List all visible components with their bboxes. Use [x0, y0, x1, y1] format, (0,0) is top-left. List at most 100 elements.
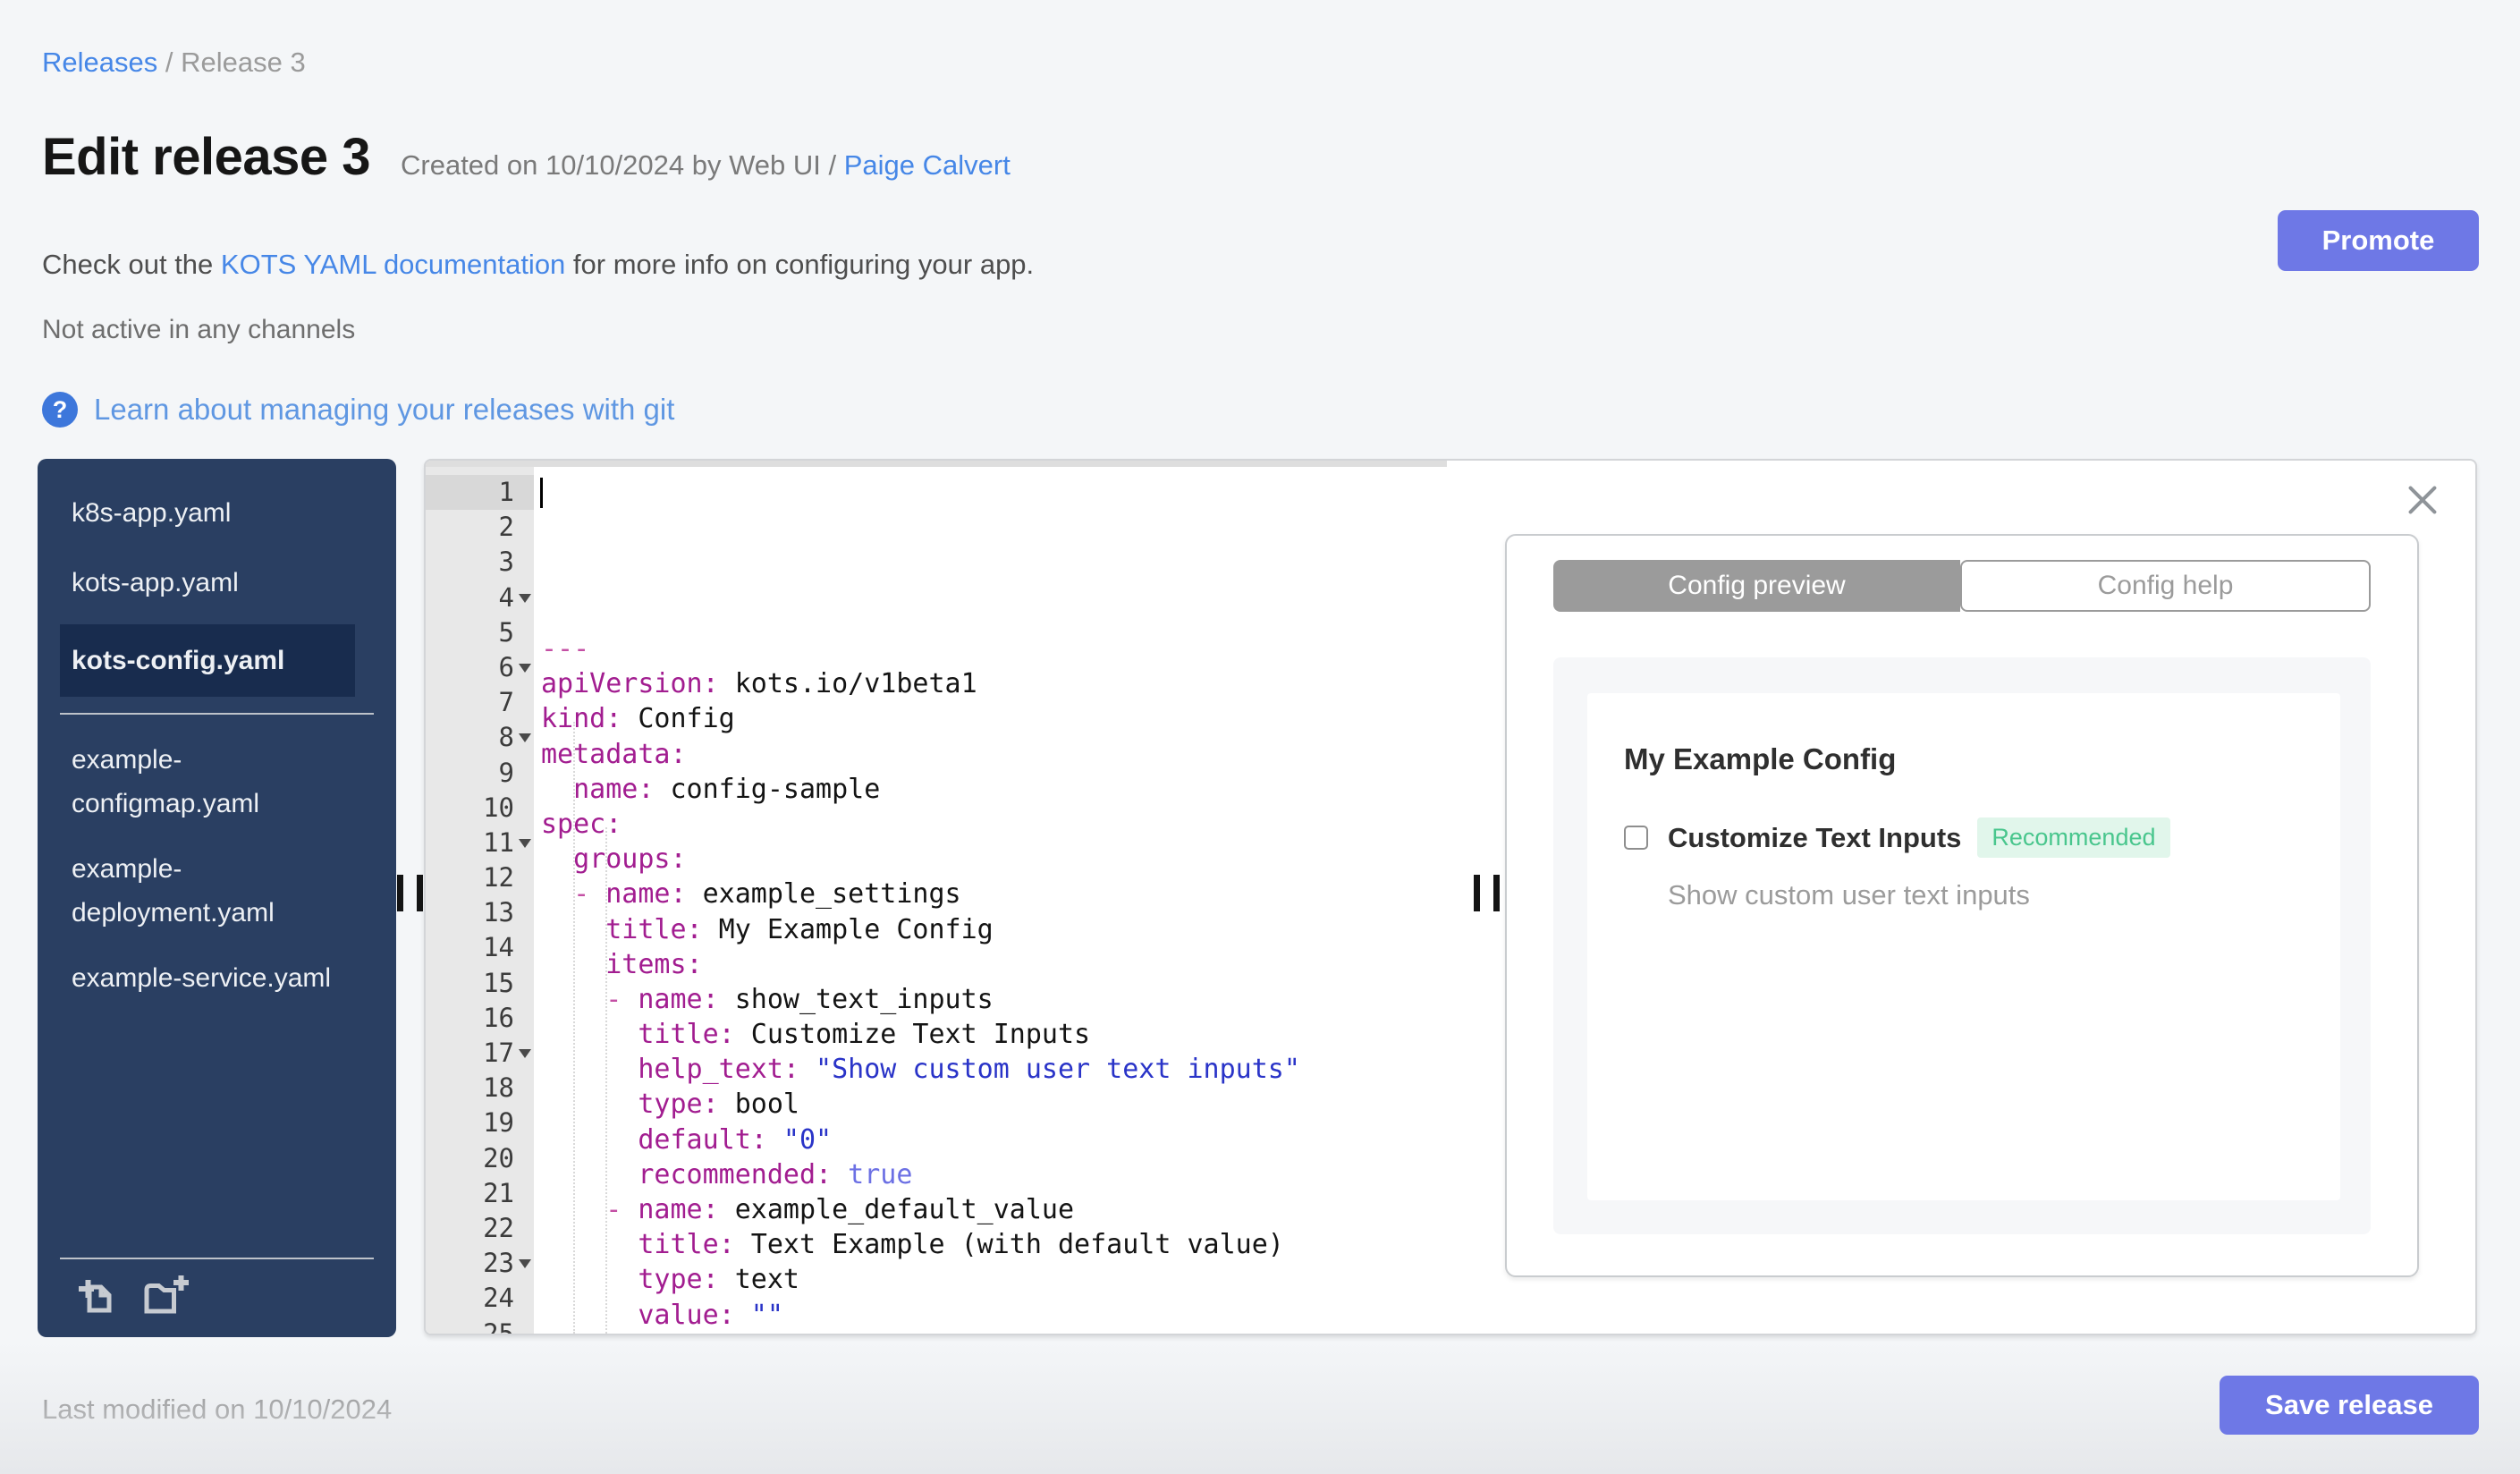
token-plain: bool — [718, 1089, 799, 1121]
token-plain: text — [718, 1264, 799, 1296]
token-plain: show_text_inputs — [718, 983, 994, 1015]
token-key: apiVersion: — [541, 668, 719, 700]
preview-resize-handle[interactable] — [1493, 875, 1500, 911]
token-str: "Show custom user text inputs" — [799, 1054, 1300, 1086]
file-sidebar: k8s-app.yaml kots-app.yaml kots-config.yam… — [38, 459, 396, 1337]
sidebar-resize-handle[interactable] — [397, 875, 403, 911]
breadcrumb-current: Release 3 — [181, 47, 306, 78]
token-key: title: — [605, 913, 703, 945]
fold-arrow-icon[interactable] — [519, 1259, 531, 1269]
git-releases-link[interactable]: Learn about managing your releases with … — [94, 393, 674, 427]
page-title: Edit release 3 — [42, 128, 371, 186]
tab-config-help[interactable]: Config help — [1960, 560, 2371, 612]
code-line-19: type: text — [534, 1262, 1447, 1297]
breadcrumb-separator: / — [165, 47, 182, 78]
preview-tabs: Config preview Config help — [1553, 560, 2371, 612]
token-sep: --- — [541, 633, 590, 665]
sidebar-item-kots-config-yaml[interactable]: kots-config.yaml — [60, 624, 355, 697]
preview-resize-handle[interactable] — [1474, 875, 1480, 911]
fold-arrow-icon[interactable] — [519, 838, 531, 848]
gutter-line-15: 15 — [483, 967, 514, 998]
token-plain: example_default_value — [718, 1194, 1075, 1225]
token-key: groups: — [573, 843, 687, 876]
gutter-line-10: 10 — [483, 792, 514, 823]
save-release-button[interactable]: Save release — [2220, 1376, 2479, 1435]
token-dash: - — [573, 878, 606, 911]
customize-text-inputs-checkbox[interactable] — [1624, 826, 1648, 850]
fold-arrow-icon[interactable] — [519, 663, 531, 673]
sidebar-item-example-service-yaml[interactable]: example-service.yaml — [60, 956, 355, 1000]
title-row: Edit release 3 Created on 10/10/2024 by … — [42, 127, 1011, 187]
fold-arrow-icon[interactable] — [519, 1049, 531, 1058]
author-link[interactable]: Paige Calvert — [844, 149, 1011, 181]
code-line-14: type: bool — [534, 1087, 1447, 1122]
breadcrumb-releases-link[interactable]: Releases — [42, 47, 157, 78]
file-list-bottom: example-configmap.yaml example-deployment… — [38, 738, 396, 1021]
add-folder-icon[interactable] — [141, 1274, 191, 1321]
question-circle-icon[interactable]: ? — [42, 392, 78, 428]
file-label: example-configmap.yaml — [72, 745, 260, 818]
code-line-18: title: Text Example (with default value) — [534, 1227, 1447, 1262]
close-icon[interactable] — [2406, 483, 2440, 517]
token-key: spec: — [541, 808, 622, 840]
indent-guide — [573, 722, 575, 1334]
sidebar-item-example-configmap-yaml[interactable]: example-configmap.yaml — [60, 738, 355, 826]
token-str: "" — [734, 1299, 783, 1331]
token-dash: - — [605, 1194, 638, 1225]
gutter-line-7: 7 — [498, 687, 514, 718]
config-preview-area: My Example Config Customize Text Inputs … — [1553, 657, 2371, 1234]
token-plain: My Example Config — [702, 913, 994, 945]
gutter-line-8: 8 — [426, 720, 534, 755]
gutter-line-21: 21 — [483, 1177, 514, 1208]
config-preview-panel: Config preview Config help My Example Co… — [1505, 534, 2419, 1277]
sidebar-item-k8s-app-yaml[interactable]: k8s-app.yaml — [60, 491, 355, 535]
token-key: name: — [638, 983, 719, 1015]
promote-button[interactable]: Promote — [2278, 210, 2479, 271]
code-line-1: --- — [534, 631, 1447, 666]
fold-arrow-icon[interactable] — [519, 593, 531, 603]
code-line-16: recommended: true — [534, 1157, 1447, 1192]
code-line-9: title: My Example Config — [534, 912, 1447, 947]
sidebar-resize-handle[interactable] — [417, 875, 423, 911]
gutter-line-4: 4 — [426, 580, 534, 615]
sidebar-item-kots-app-yaml[interactable]: kots-app.yaml — [60, 561, 355, 605]
kots-yaml-doc-link[interactable]: KOTS YAML documentation — [221, 249, 565, 280]
tab-config-preview[interactable]: Config preview — [1553, 560, 1960, 612]
token-plain: Customize Text Inputs — [734, 1019, 1091, 1051]
gutter-line-17: 17 — [426, 1036, 534, 1071]
add-file-icon[interactable] — [75, 1274, 118, 1321]
doc-hint-line: Check out the KOTS YAML documentation fo… — [42, 249, 1034, 281]
token-key: type: — [638, 1264, 719, 1296]
file-label: kots-config.yaml — [72, 646, 285, 675]
gutter-line-2: 2 — [498, 512, 514, 543]
fold-arrow-icon[interactable] — [519, 733, 531, 743]
editor-code-area[interactable]: --- apiVersion: kots.io/v1beta1 kind: Conf… — [534, 461, 1447, 1334]
code-line-21: default: please change this value — [534, 1333, 1447, 1334]
code-line-20: value: "" — [534, 1298, 1447, 1333]
code-line-3: kind: Config — [534, 701, 1447, 736]
gutter-line-22: 22 — [483, 1212, 514, 1243]
gutter-line-5: 5 — [498, 616, 514, 648]
token-key: kind: — [541, 703, 622, 735]
code-line-10: items: — [534, 947, 1447, 982]
file-label: kots-app.yaml — [72, 568, 239, 597]
indent-guide — [605, 827, 607, 1334]
gutter-line-14: 14 — [483, 932, 514, 963]
code-line-13: help_text: "Show custom user text inputs… — [534, 1052, 1447, 1087]
gutter-line-1: 1 — [426, 475, 534, 511]
code-line-15: default: "0" — [534, 1122, 1447, 1157]
gutter-line-13: 13 — [483, 897, 514, 928]
token-key: title: — [638, 1229, 735, 1261]
token-key: value: — [638, 1299, 735, 1331]
code-line-17: - name: example_default_value — [534, 1192, 1447, 1227]
file-list-top: k8s-app.yaml kots-app.yaml kots-config.yam… — [38, 491, 396, 697]
editor-gutter[interactable]: 1 2 3 4 5 6 7 8 9 10 11 12 13 14 15 16 17 18 19 20 21 22 23 24 2… — [426, 461, 534, 1334]
code-editor[interactable]: 1 2 3 4 5 6 7 8 9 10 11 12 13 14 15 16 17 18 19 20 21 22 23 24 2… — [426, 461, 1447, 1334]
sidebar-item-example-deployment-yaml[interactable]: example-deployment.yaml — [60, 847, 355, 935]
